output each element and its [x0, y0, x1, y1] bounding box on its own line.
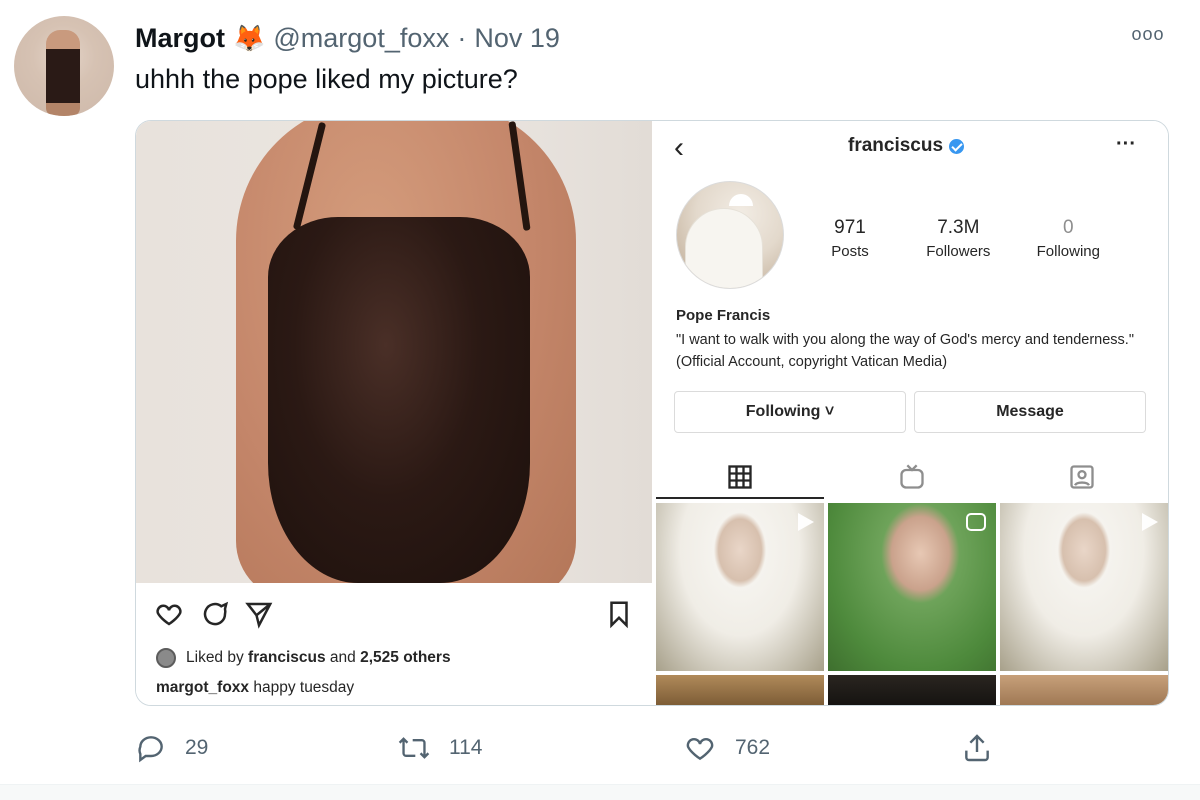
profile-more-icon: ···	[1116, 133, 1136, 155]
caption-text: happy tuesday	[253, 679, 355, 696]
post-photo	[136, 121, 652, 583]
tweet-date[interactable]: Nov 19	[474, 23, 560, 54]
upload-share-icon	[965, 734, 989, 762]
stat-posts-number: 971	[834, 217, 866, 238]
like-button[interactable]: 762	[683, 728, 770, 768]
back-arrow-icon: ‹	[674, 131, 684, 164]
profile-display-name: Pope Francis	[676, 307, 771, 324]
fox-emoji-icon: 🦊	[233, 23, 266, 53]
verified-badge-icon	[949, 138, 965, 154]
comment-icon	[203, 601, 229, 626]
stat-following: 0 Following	[1037, 217, 1100, 260]
tweet-action-bar: 29 114 762	[135, 728, 1169, 768]
liked-by-middle: and	[329, 649, 356, 666]
like-count: 762	[735, 736, 771, 759]
liked-by-row: Liked by franciscus and 2,525 others	[156, 647, 451, 669]
header-separator: ·	[457, 22, 467, 53]
heart-icon	[156, 604, 182, 626]
stat-posts-label: Posts	[831, 243, 869, 260]
post-caption: margot_foxx happy tuesday	[156, 679, 354, 697]
bookmark-icon	[610, 601, 628, 629]
tagged-icon	[1070, 465, 1094, 489]
retweet-icon	[398, 737, 430, 759]
share-icon	[245, 602, 273, 629]
caption-user: margot_foxx	[156, 679, 250, 696]
profile-username-row: franciscus	[848, 135, 965, 157]
share-tweet-button[interactable]	[961, 728, 1011, 768]
grid-post	[656, 675, 824, 705]
stat-followers: 7.3M Followers	[926, 217, 990, 260]
grid-post	[1000, 503, 1168, 671]
instagram-post-screenshot: Liked by franciscus and 2,525 others mar…	[136, 121, 652, 705]
grid-post	[656, 503, 824, 671]
author-handle[interactable]: @margot_foxx	[273, 23, 449, 54]
profile-avatar	[676, 181, 784, 289]
reply-count: 29	[185, 736, 209, 759]
message-button: Message	[914, 391, 1146, 433]
grid-post	[1000, 675, 1168, 705]
reply-button[interactable]: 29	[135, 728, 208, 768]
post-action-bar	[136, 595, 652, 631]
tweet-media[interactable]: Liked by franciscus and 2,525 others mar…	[135, 120, 1169, 706]
profile-stats: 971 Posts 7.3M Followers 0 Following	[820, 217, 1100, 260]
grid-post	[828, 503, 996, 671]
tweet-header: Margot 🦊 @margot_foxx · Nov 19	[135, 20, 560, 56]
igtv-badge-icon	[966, 513, 986, 531]
author-avatar[interactable]	[14, 16, 114, 116]
timeline-divider	[0, 784, 1200, 800]
instagram-profile-screenshot: ‹ franciscus ··· 971 Posts 7.3M Follower…	[652, 121, 1168, 705]
more-options-icon[interactable]: ooo	[1128, 24, 1168, 48]
tweet-text: uhhh the pope liked my picture?	[135, 64, 518, 94]
stat-following-label: Following	[1036, 243, 1100, 260]
retweet-button[interactable]: 114	[397, 728, 482, 768]
stat-followers-number: 7.3M	[937, 217, 980, 238]
following-button: Following ˅	[674, 391, 906, 433]
liker-avatar	[156, 648, 176, 668]
video-play-icon	[798, 513, 814, 531]
liked-by-prefix: Liked by	[186, 649, 244, 666]
video-play-icon	[1142, 513, 1158, 531]
liked-by-others: 2,525 others	[360, 649, 451, 666]
grid-icon	[728, 465, 752, 489]
stat-followers-label: Followers	[926, 243, 991, 260]
liked-by-user: franciscus	[248, 649, 326, 666]
author-name[interactable]: Margot	[135, 23, 225, 54]
profile-tabs	[652, 451, 1168, 499]
like-heart-icon	[686, 738, 714, 761]
stat-following-number: 0	[1063, 217, 1074, 238]
igtv-icon	[900, 464, 924, 489]
reply-icon	[138, 736, 163, 763]
profile-username: franciscus	[848, 135, 944, 156]
retweet-count: 114	[449, 736, 483, 759]
grid-post	[828, 675, 996, 705]
profile-bio: "I want to walk with you along the way o…	[676, 332, 1134, 370]
stat-posts: 971 Posts	[820, 217, 880, 260]
active-tab-indicator	[656, 497, 824, 499]
